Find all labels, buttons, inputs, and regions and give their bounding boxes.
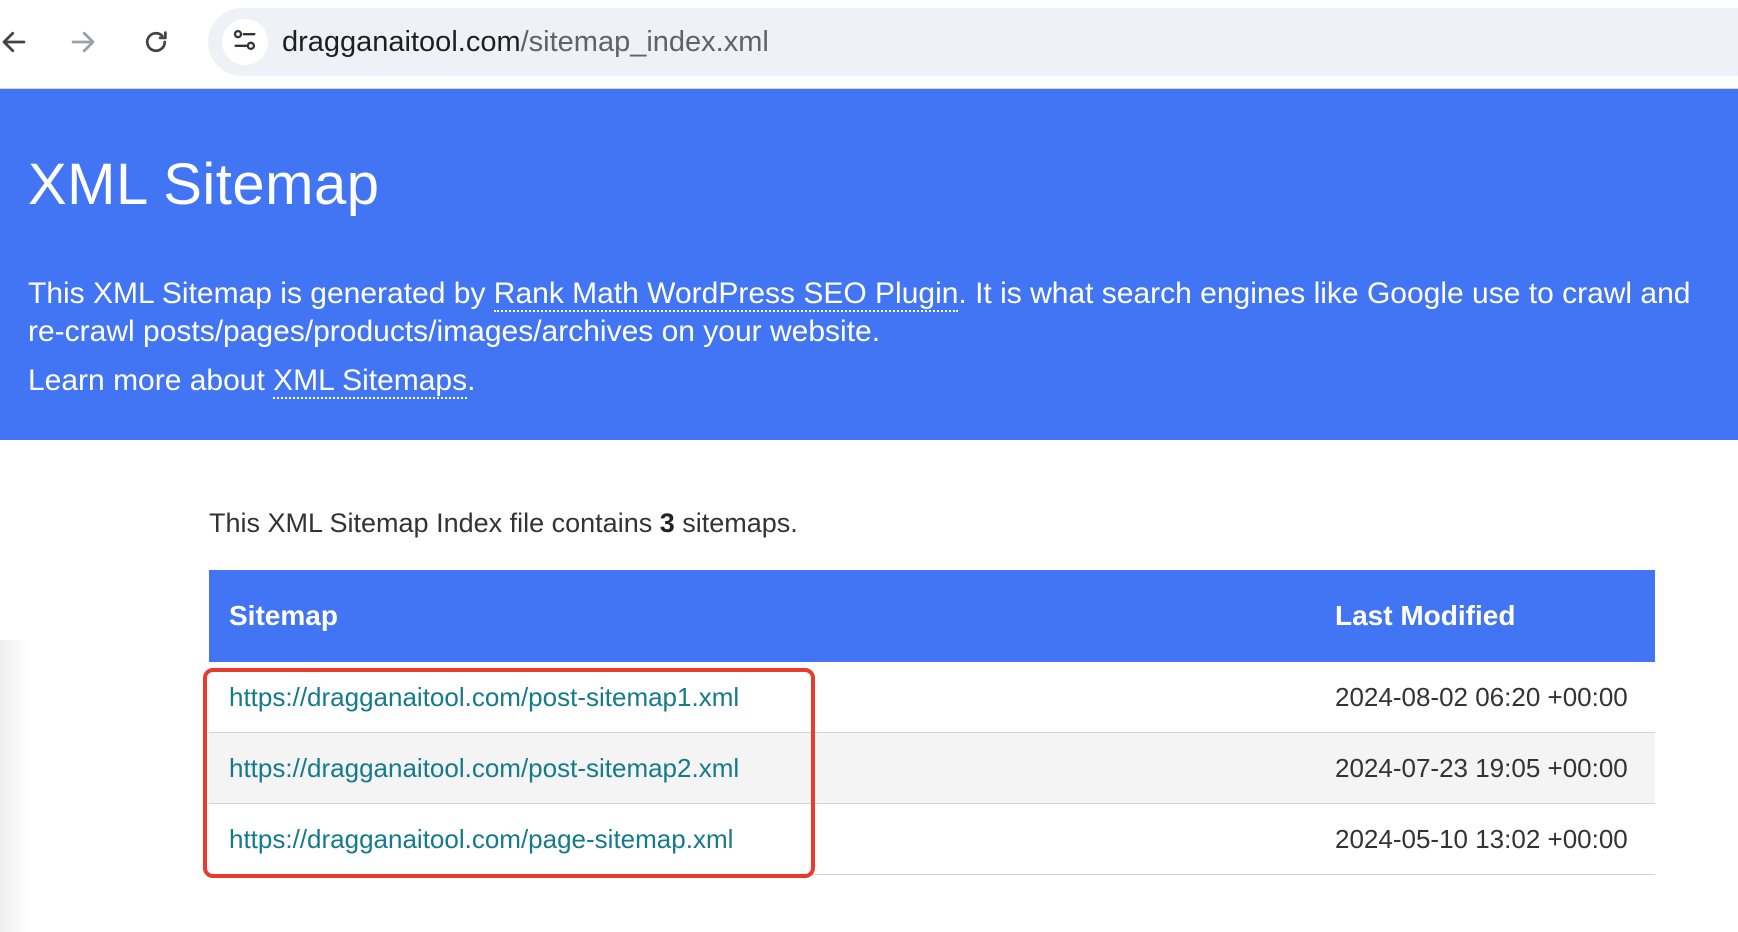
sitemap-link[interactable]: https://dragganaitool.com/post-sitemap1.…	[229, 682, 739, 712]
learn-more-period: .	[467, 364, 476, 397]
sitemap-header: XML Sitemap This XML Sitemap is generate…	[0, 89, 1738, 440]
back-button[interactable]	[0, 18, 38, 66]
url-path: /sitemap_index.xml	[520, 26, 769, 58]
learn-more: Learn more about XML Sitemaps.	[28, 362, 475, 400]
header-description: This XML Sitemap is generated by Rank Ma…	[28, 275, 1738, 351]
description-text-line2: re-crawl posts/pages/products/images/arc…	[28, 315, 881, 348]
column-header-last-modified: Last Modified	[1315, 570, 1655, 662]
description-text-continued: . It is what search engines like Google …	[958, 277, 1691, 310]
sitemap-cell: https://dragganaitool.com/page-sitemap.x…	[209, 803, 1315, 875]
sitemap-cell: https://dragganaitool.com/post-sitemap1.…	[209, 662, 1315, 733]
sitemap-link[interactable]: https://dragganaitool.com/page-sitemap.x…	[229, 824, 733, 854]
rank-math-link[interactable]: Rank Math WordPress SEO Plugin	[493, 277, 959, 312]
left-edge-shadow	[0, 640, 30, 932]
sitemap-table: Sitemap Last Modified https://dragganait…	[209, 570, 1655, 875]
address-bar[interactable]: dragganaitool.com/sitemap_index.xml	[208, 8, 1738, 76]
tune-icon	[231, 26, 259, 59]
table-row: https://dragganaitool.com/page-sitemap.x…	[209, 803, 1655, 875]
summary-text-end: sitemaps.	[674, 508, 798, 538]
column-header-sitemap: Sitemap	[209, 570, 1315, 662]
sitemap-cell: https://dragganaitool.com/post-sitemap2.…	[209, 732, 1315, 804]
last-modified-cell: 2024-08-02 06:20 +00:00	[1315, 662, 1655, 733]
last-modified-cell: 2024-05-10 13:02 +00:00	[1315, 803, 1655, 875]
arrow-left-icon	[0, 27, 29, 57]
xml-sitemaps-link[interactable]: XML Sitemaps	[273, 364, 468, 399]
sitemap-link[interactable]: https://dragganaitool.com/post-sitemap2.…	[229, 753, 739, 783]
url-text[interactable]: dragganaitool.com/sitemap_index.xml	[282, 8, 769, 76]
url-host: dragganaitool.com	[282, 26, 521, 58]
last-modified-cell: 2024-07-23 19:05 +00:00	[1315, 732, 1655, 804]
forward-button[interactable]	[59, 18, 107, 66]
summary-text: This XML Sitemap Index file contains	[209, 508, 660, 538]
table-header-row: Sitemap Last Modified	[209, 570, 1655, 662]
sitemap-count: 3	[659, 508, 675, 538]
sitemap-summary: This XML Sitemap Index file contains 3 s…	[209, 508, 798, 539]
learn-more-text: Learn more about	[28, 364, 274, 397]
reload-button[interactable]	[132, 18, 180, 66]
reload-icon	[141, 27, 171, 57]
table-row: https://dragganaitool.com/post-sitemap2.…	[209, 732, 1655, 804]
description-text: This XML Sitemap is generated by	[28, 277, 494, 310]
arrow-right-icon	[68, 27, 98, 57]
page-title: XML Sitemap	[28, 152, 380, 217]
browser-toolbar: dragganaitool.com/sitemap_index.xml	[0, 0, 1738, 89]
table-row: https://dragganaitool.com/post-sitemap1.…	[209, 662, 1655, 733]
site-info-button[interactable]	[222, 19, 268, 65]
